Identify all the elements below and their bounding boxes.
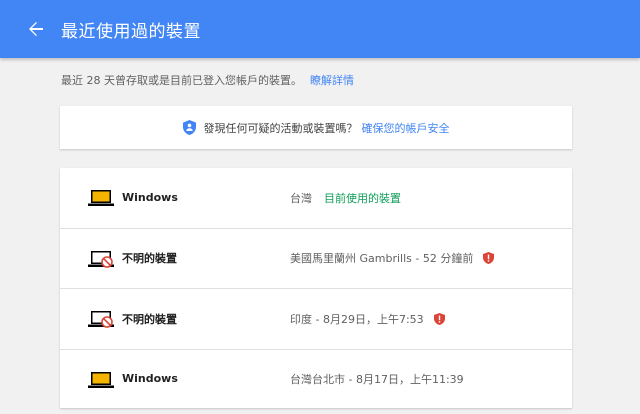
device-location-text: 台灣: [290, 191, 312, 205]
intro-description: 最近 28 天曾存取或是目前已登入您帳戶的裝置。: [61, 74, 302, 87]
device-name: 不明的裝置: [122, 312, 177, 326]
security-prompt-card: 發現任何可疑的活動或裝置嗎？ 確保您的帳戶安全: [60, 106, 572, 149]
page-title: 最近使用過的裝置: [61, 21, 201, 42]
warning-shield-icon: [483, 252, 495, 265]
back-arrow-icon[interactable]: [25, 18, 47, 40]
device-location-text: 美國馬里蘭州 Gambrills - 52 分鐘前: [290, 252, 474, 266]
warning-shield-icon: [433, 312, 445, 325]
device-location: 台灣 目前使用的裝置: [290, 168, 401, 228]
learn-more-link[interactable]: 瞭解詳情: [310, 74, 354, 87]
device-location: 美國馬里蘭州 Gambrills - 52 分鐘前: [290, 229, 495, 289]
unknown-device-icon: [88, 250, 114, 268]
device-name: Windows: [122, 372, 178, 385]
device-list: Windows 台灣 目前使用的裝置 不明的裝置 美國馬里蘭州 Gambrill…: [60, 168, 572, 408]
shield-icon: [182, 120, 196, 135]
device-name: Windows: [122, 191, 178, 205]
device-location: 印度 - 8月29日，上午7:53: [290, 289, 445, 349]
device-location: 台灣台北市 - 8月17日，上午11:39: [290, 350, 464, 408]
device-row[interactable]: 不明的裝置 美國馬里蘭州 Gambrills - 52 分鐘前: [60, 229, 572, 289]
current-device-badge: 目前使用的裝置: [324, 191, 401, 205]
device-row[interactable]: Windows 台灣台北市 - 8月17日，上午11:39: [60, 350, 572, 408]
unknown-device-icon: [88, 310, 114, 328]
device-row[interactable]: 不明的裝置 印度 - 8月29日，上午7:53: [60, 289, 572, 350]
device-row[interactable]: Windows 台灣 目前使用的裝置: [60, 168, 572, 229]
app-header: 最近使用過的裝置: [0, 0, 640, 58]
security-prompt-text: 發現任何可疑的活動或裝置嗎？: [203, 121, 358, 135]
laptop-icon: [88, 189, 114, 207]
device-name: 不明的裝置: [122, 252, 177, 266]
device-location-text: 台灣台北市 - 8月17日，上午11:39: [290, 372, 464, 386]
secure-account-link[interactable]: 確保您的帳戶安全: [362, 120, 450, 136]
intro-text: 最近 28 天曾存取或是目前已登入您帳戶的裝置。 瞭解詳情: [61, 72, 354, 88]
laptop-icon: [88, 371, 114, 389]
device-location-text: 印度 - 8月29日，上午7:53: [290, 312, 424, 326]
